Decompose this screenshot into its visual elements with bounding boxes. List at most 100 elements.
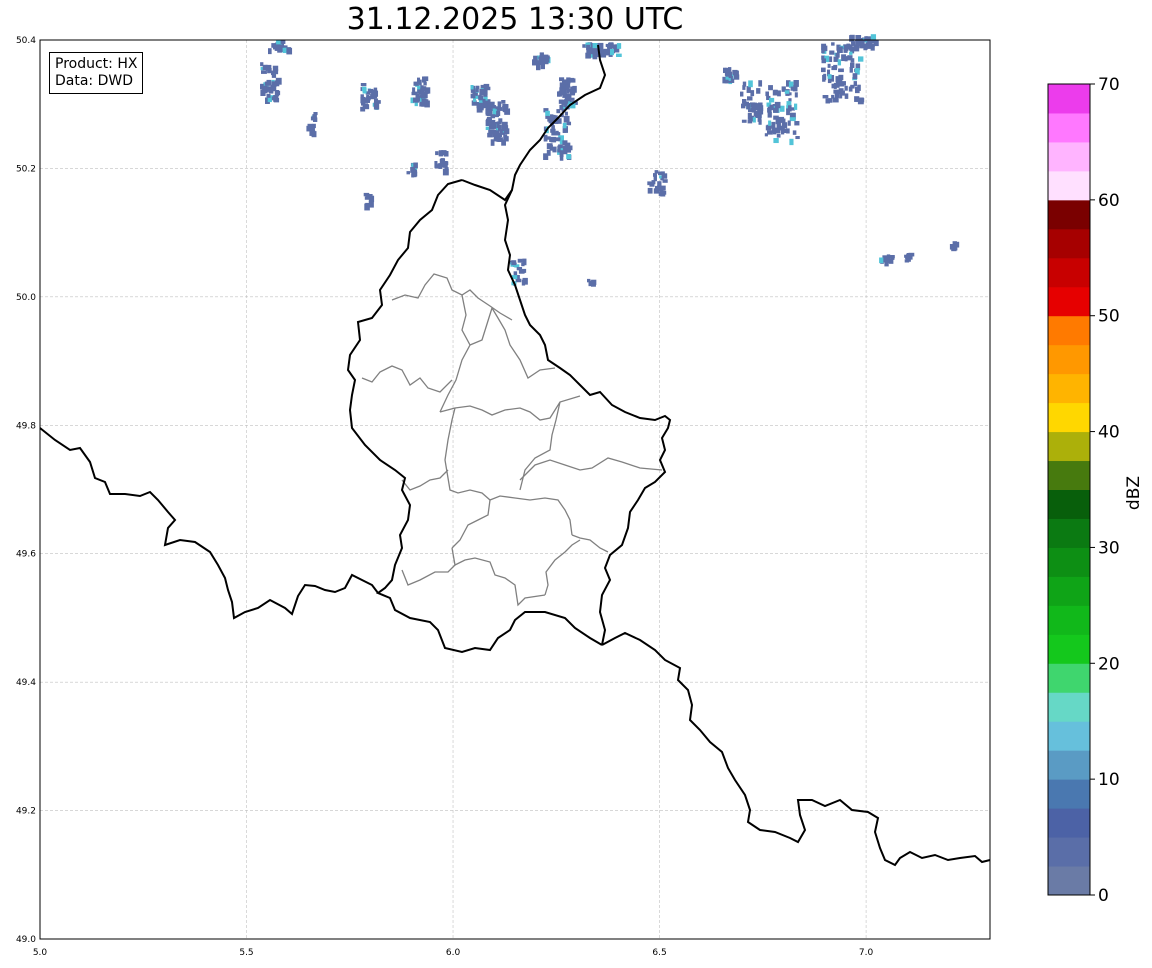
radar-echo-cell	[831, 94, 835, 99]
radar-echo-cell	[480, 84, 487, 88]
radar-echo-cell	[844, 85, 848, 91]
radar-echo-cell	[835, 76, 840, 83]
colorbar-segment	[1048, 431, 1090, 462]
radar-echo-cell	[435, 151, 439, 156]
radar-echo-cell	[586, 44, 591, 51]
lat-tick-label: 49.0	[16, 935, 36, 945]
radar-echo-cell	[412, 87, 416, 93]
radar-echo-cell	[272, 65, 279, 72]
radar-echo-cell	[768, 85, 773, 91]
radar-echo-cell	[758, 80, 763, 87]
radar-echo-cell	[742, 81, 747, 87]
radar-echo-cell	[834, 91, 840, 98]
radar-echo-cell	[309, 129, 315, 136]
colorbar-tick-label: 50	[1098, 307, 1120, 327]
radar-echo-cell	[564, 99, 569, 104]
colorbar: 0 10 20 30 40 50 60 70	[1047, 75, 1120, 906]
radar-echo-cell	[829, 50, 835, 55]
radar-echo-cell	[360, 83, 367, 87]
radar-echo-cell	[821, 67, 826, 73]
radar-echo-cell	[779, 105, 785, 112]
radar-echo-cell	[261, 70, 267, 74]
radar-echo-cell	[368, 88, 374, 94]
radar-echo-cell	[651, 180, 656, 185]
colorbar-segment	[1048, 344, 1090, 375]
radar-echo-cell	[844, 93, 849, 99]
radar-echo-cell	[767, 107, 772, 113]
radar-echo-cell	[369, 201, 373, 207]
radar-echo-cell	[562, 122, 567, 129]
radar-echo-cell	[764, 133, 768, 137]
colorbar-segment	[1048, 199, 1090, 230]
radar-echo-cell	[772, 127, 776, 134]
radar-echo-cell	[271, 74, 277, 78]
radar-echo-cell	[443, 151, 449, 157]
radar-echo-cell	[475, 85, 480, 89]
radar-echo-cell	[362, 86, 367, 92]
radar-echo-cell	[846, 43, 851, 50]
radar-echo-cell	[724, 79, 729, 84]
radar-echo-cell	[847, 55, 853, 61]
radar-echo-cell	[559, 88, 565, 95]
radar-echo-cell	[767, 111, 772, 118]
radar-echo-cell	[546, 149, 551, 156]
radar-echo-cell	[616, 53, 622, 57]
radar-echo-cell	[267, 97, 272, 103]
colorbar-segment	[1048, 576, 1090, 606]
colorbar-segment	[1048, 286, 1090, 317]
radar-echo-cell	[757, 110, 763, 114]
radar-echo-cell	[271, 81, 278, 87]
radar-echo-cell	[550, 114, 554, 120]
radar-echo-cell	[742, 99, 747, 104]
radar-echo-cell	[781, 125, 785, 133]
colorbar-tick-label: 20	[1098, 654, 1120, 674]
radar-echo-cell	[490, 114, 496, 119]
radar-echo-cell	[841, 54, 847, 62]
radar-echo-cell	[592, 47, 597, 53]
radar-echo-cell	[517, 258, 523, 263]
radar-echo-cell	[776, 121, 781, 129]
radar-echo-cell	[752, 117, 756, 123]
radar-echo-cell	[559, 104, 564, 111]
radar-echo-cell	[904, 259, 910, 263]
radar-echo-cell	[827, 74, 832, 79]
radar-echo-cell	[268, 48, 272, 55]
radar-echo-cell	[750, 90, 755, 97]
radar-echo-cell	[479, 88, 485, 96]
radar-echo-cell	[470, 89, 476, 93]
radar-echo-cell	[776, 133, 781, 138]
radar-echo-cell	[492, 131, 498, 138]
radar-echo-cell	[728, 67, 732, 72]
radar-echo-cell	[850, 84, 855, 89]
radar-echo-cell	[837, 46, 843, 54]
radar-echo-cell	[494, 136, 501, 141]
radar-echo-cell	[658, 191, 664, 196]
radar-echo-cell	[821, 58, 826, 64]
radar-echo-cell	[831, 42, 835, 46]
radar-echo-cell	[858, 56, 864, 62]
radar-echo-cell	[423, 86, 427, 92]
radar-echo-cell	[884, 257, 890, 263]
radar-echo-cell	[857, 84, 861, 91]
radar-echo-cell	[521, 279, 526, 286]
radar-echo-cell	[794, 103, 798, 110]
radar-echo-cell	[838, 68, 844, 73]
radar-echo-cell	[794, 92, 798, 98]
radar-echo-cell	[569, 77, 575, 83]
radar-echo-cell	[755, 103, 760, 110]
radar-echo-cell	[747, 96, 753, 101]
radar-echo-cell	[746, 103, 751, 110]
colorbar-segment	[1048, 605, 1090, 635]
colorbar-segment	[1048, 808, 1090, 838]
radar-echo-cell	[364, 203, 370, 211]
radar-echo-cell	[871, 43, 875, 47]
radar-echo-cell	[563, 115, 570, 123]
radar-echo-cell	[822, 45, 828, 52]
lon-tick-label: 6.5	[652, 948, 666, 958]
radar-echo-cell	[647, 187, 653, 194]
radar-echo-cell	[442, 161, 448, 168]
radar-echo-cell	[266, 86, 271, 91]
radar-echo-cell	[756, 88, 761, 94]
radar-echo-cell	[854, 96, 860, 102]
radar-echo-cell	[275, 90, 281, 96]
